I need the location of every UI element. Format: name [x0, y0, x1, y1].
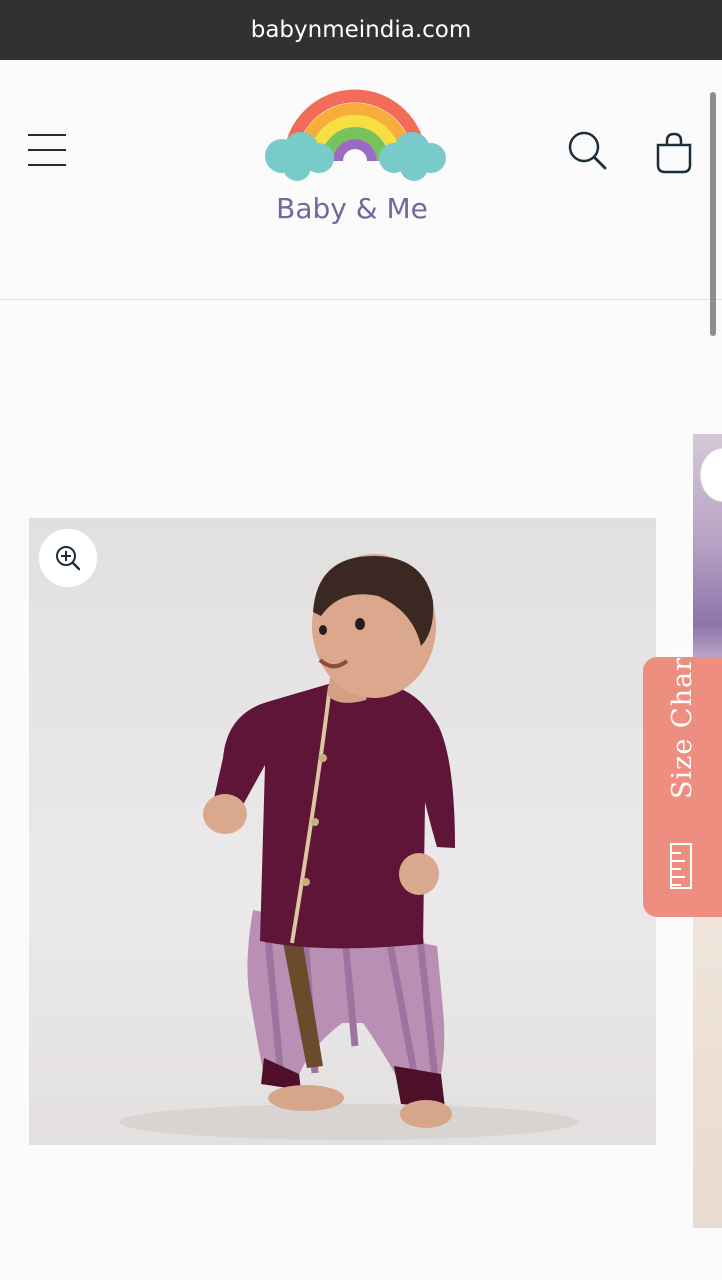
- size-chart-tab[interactable]: Size Chart: [643, 645, 722, 917]
- cart-button[interactable]: [652, 130, 696, 176]
- menu-button[interactable]: [28, 134, 68, 170]
- ruler-icon: [670, 843, 692, 889]
- zoom-in-icon: [56, 546, 81, 571]
- baby-and-me-logo[interactable]: Baby & Me: [262, 68, 452, 228]
- shopping-bag-icon: [656, 132, 692, 174]
- url-text: babynmeindia.com: [250, 17, 472, 43]
- hamburger-menu-icon: [28, 134, 66, 136]
- logo-text: Baby & Me: [276, 192, 428, 225]
- search-icon: [568, 131, 607, 170]
- browser-url-bar[interactable]: babynmeindia.com: [0, 0, 722, 60]
- search-button[interactable]: [566, 130, 610, 174]
- product-gallery: Size Chart: [0, 300, 722, 1280]
- product-image-main[interactable]: [29, 518, 656, 1145]
- size-chart-label: Size Chart: [667, 645, 698, 799]
- zoom-button[interactable]: [38, 528, 98, 588]
- rainbow-logo-icon: [265, 89, 446, 181]
- site-header: Baby & Me: [0, 60, 722, 300]
- baby-in-kurta-dhoti-image: [119, 554, 579, 1140]
